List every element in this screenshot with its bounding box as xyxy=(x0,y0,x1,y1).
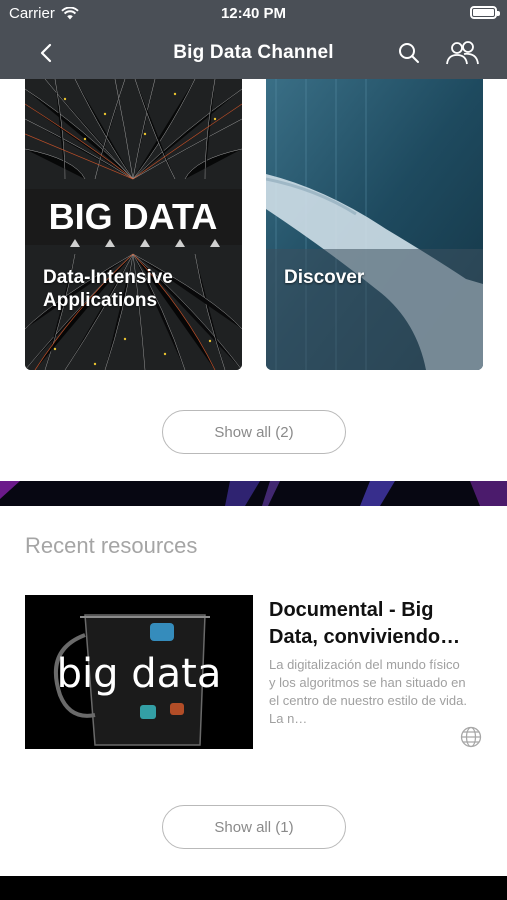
search-button[interactable] xyxy=(396,40,422,66)
card-label: Data-Intensive Applications xyxy=(43,267,173,311)
battery-icon xyxy=(470,6,500,19)
collection-card-data-intensive[interactable]: BIG DATA Data-Intensive Applications xyxy=(25,79,242,370)
resource-title: Documental - Big Data, conviviendo… xyxy=(269,599,461,648)
clock: 12:40 PM xyxy=(220,5,287,22)
section-divider-banner xyxy=(0,481,507,506)
thumb-title: big data xyxy=(57,651,222,697)
nav-bar: Big Data Channel xyxy=(0,28,507,79)
show-all-resources-button[interactable]: Show all (1) xyxy=(162,805,346,849)
card-label: Discover xyxy=(284,267,365,288)
resource-description: La digitalización del mundo físico y los… xyxy=(269,657,468,726)
status-bar: Carrier 12:40 PM xyxy=(0,0,507,28)
big-data-artwork: BIG DATA xyxy=(25,79,242,370)
app-header: Carrier 12:40 PM Big Data Channel xyxy=(0,0,507,79)
people-icon xyxy=(446,41,479,65)
banner-artwork xyxy=(0,481,507,506)
show-all-collections-button[interactable]: Show all (2) xyxy=(162,410,346,454)
globe-icon xyxy=(460,726,482,748)
resource-item[interactable]: big data Documental - Big Data, convivie… xyxy=(25,595,485,751)
page-title: Big Data Channel xyxy=(173,42,334,63)
big-data-jug-image: big data xyxy=(25,595,253,749)
collection-card-discover[interactable]: Discover xyxy=(266,79,483,370)
recent-resources-heading: Recent resources xyxy=(25,533,198,558)
members-button[interactable] xyxy=(444,38,480,68)
search-icon xyxy=(399,43,419,63)
bottom-bar xyxy=(0,876,507,900)
collections-row: BIG DATA Data-Intensive Applications Dis… xyxy=(0,79,507,371)
resource-thumbnail: big data xyxy=(25,595,253,749)
art-title: BIG DATA xyxy=(49,196,218,237)
